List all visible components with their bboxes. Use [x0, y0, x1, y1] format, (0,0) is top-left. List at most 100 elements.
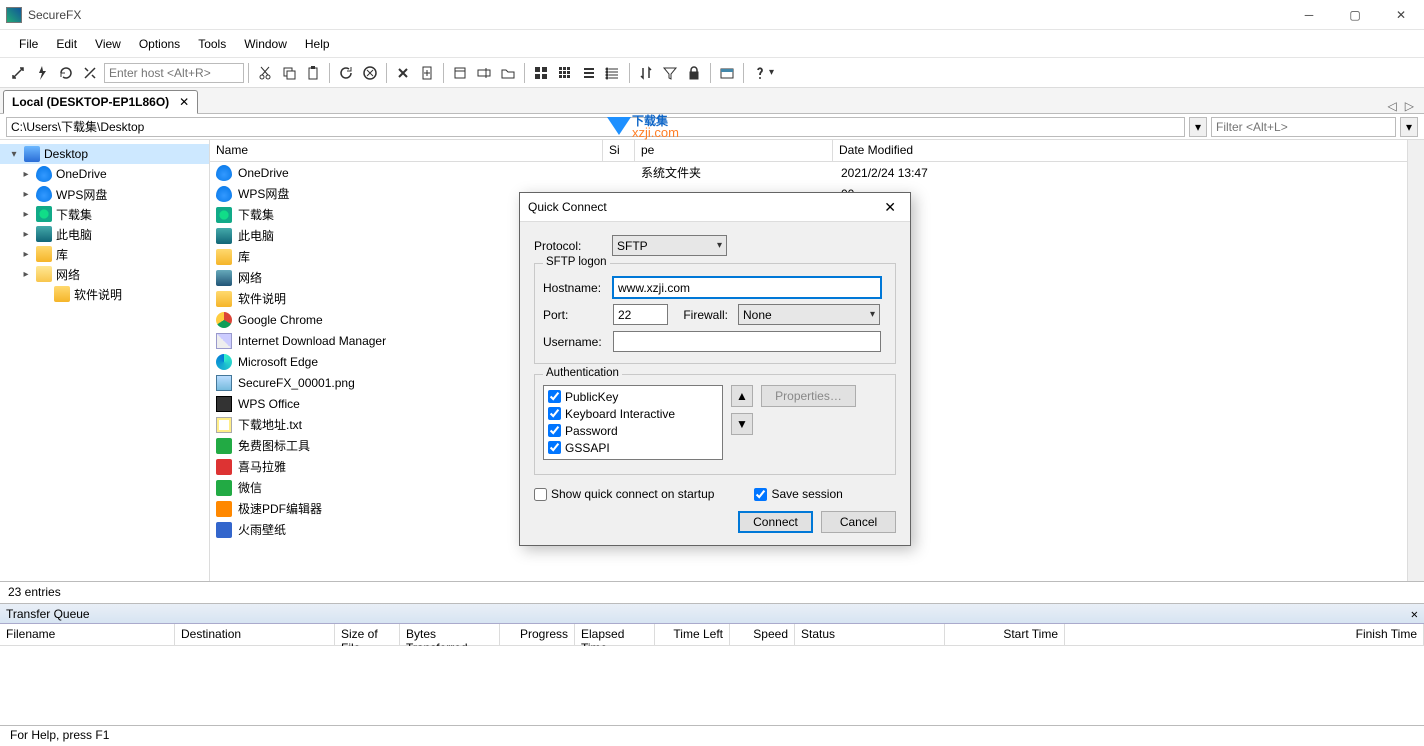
col-type[interactable]: pe [635, 140, 833, 161]
connect-icon[interactable] [7, 62, 29, 84]
auth-keyboard-interactive[interactable]: Keyboard Interactive [548, 405, 718, 422]
stop-icon[interactable] [359, 62, 381, 84]
menu-tools[interactable]: Tools [189, 33, 235, 55]
quick-connect-icon[interactable] [31, 62, 53, 84]
folder-tree[interactable]: ▾Desktop▸OneDrive▸WPS网盘▸下载集▸此电脑▸库▸网络软件说明 [0, 140, 210, 581]
folder-icon [54, 286, 70, 302]
col-size[interactable]: Si [603, 140, 635, 161]
tab-next-icon[interactable]: ▷ [1405, 99, 1414, 113]
file-row[interactable]: OneDrive系统文件夹2021/2/24 13:47 [210, 162, 1424, 183]
refresh-icon[interactable] [335, 62, 357, 84]
close-button[interactable]: ✕ [1378, 0, 1424, 30]
username-input[interactable] [613, 331, 881, 352]
menu-window[interactable]: Window [235, 33, 296, 55]
auth-methods-list[interactable]: PublicKey Keyboard Interactive Password … [543, 385, 723, 460]
tab-prev-icon[interactable]: ◁ [1388, 99, 1397, 113]
tab-close-icon[interactable]: ✕ [179, 95, 189, 109]
col-date[interactable]: Date Modified [833, 140, 1424, 161]
sort-icon[interactable] [635, 62, 657, 84]
hostname-input[interactable] [613, 277, 881, 298]
tree-item[interactable]: ▾Desktop [0, 144, 209, 164]
new-file-icon[interactable] [416, 62, 438, 84]
tree-item[interactable]: ▸网络 [0, 264, 209, 284]
auth-publickey[interactable]: PublicKey [548, 388, 718, 405]
connect-button[interactable]: Connect [738, 511, 813, 533]
col-name[interactable]: Name [210, 140, 603, 161]
menu-options[interactable]: Options [130, 33, 189, 55]
rename-icon[interactable] [473, 62, 495, 84]
lock-icon[interactable] [683, 62, 705, 84]
path-dropdown-icon[interactable]: ▾ [1189, 117, 1207, 137]
expand-icon[interactable]: ▸ [20, 248, 32, 260]
cut-icon[interactable] [254, 62, 276, 84]
expand-icon[interactable]: ▸ [20, 208, 32, 220]
tab-local[interactable]: Local (DESKTOP-EP1L86O) ✕ [3, 90, 198, 114]
reconnect-icon[interactable] [55, 62, 77, 84]
menu-edit[interactable]: Edit [47, 33, 86, 55]
options-icon[interactable] [716, 62, 738, 84]
disconnect-icon[interactable] [79, 62, 101, 84]
tree-item[interactable]: ▸OneDrive [0, 164, 209, 184]
paste-icon[interactable] [302, 62, 324, 84]
expand-icon[interactable]: ▸ [20, 228, 32, 240]
tq-col-timeleft[interactable]: Time Left [655, 624, 730, 645]
firewall-combo[interactable]: None [738, 304, 880, 325]
tq-col-elapsed[interactable]: Elapsed Time [575, 624, 655, 645]
filter-input[interactable] [1211, 117, 1396, 137]
save-session-checkbox[interactable]: Save session [754, 487, 842, 501]
dialog-titlebar[interactable]: Quick Connect ✕ [520, 193, 910, 222]
auth-password[interactable]: Password [548, 422, 718, 439]
protocol-combo[interactable]: SFTP [612, 235, 727, 256]
auth-properties-button[interactable]: Properties… [761, 385, 856, 407]
expand-icon[interactable]: ▸ [20, 188, 32, 200]
menu-view[interactable]: View [86, 33, 130, 55]
new-folder-icon[interactable] [497, 62, 519, 84]
expand-icon[interactable]: ▸ [20, 168, 32, 180]
delete-icon[interactable] [392, 62, 414, 84]
menu-file[interactable]: File [10, 33, 47, 55]
copy-icon[interactable] [278, 62, 300, 84]
auth-move-up-button[interactable]: ▲ [731, 385, 753, 407]
cancel-button[interactable]: Cancel [821, 511, 896, 533]
minimize-button[interactable]: ─ [1286, 0, 1332, 30]
view-list-icon[interactable] [578, 62, 600, 84]
auth-move-down-button[interactable]: ▼ [731, 413, 753, 435]
filter-dropdown-icon[interactable]: ▾ [1400, 117, 1418, 137]
tq-col-status[interactable]: Status [795, 624, 945, 645]
tree-item[interactable]: ▸WPS网盘 [0, 184, 209, 204]
tq-col-destination[interactable]: Destination [175, 624, 335, 645]
port-input[interactable] [613, 304, 668, 325]
tq-col-start[interactable]: Start Time [945, 624, 1065, 645]
expand-icon[interactable]: ▾ [8, 148, 20, 160]
maximize-button[interactable]: ▢ [1332, 0, 1378, 30]
tq-col-finish[interactable]: Finish Time [1065, 624, 1424, 645]
filter-icon[interactable] [659, 62, 681, 84]
tree-item[interactable]: 软件说明 [0, 284, 209, 304]
view-large-icons-icon[interactable] [530, 62, 552, 84]
help-icon[interactable] [749, 62, 771, 84]
transfer-queue-columns[interactable]: Filename Destination Size of File Bytes … [0, 624, 1424, 646]
tree-item[interactable]: ▸此电脑 [0, 224, 209, 244]
tq-col-speed[interactable]: Speed [730, 624, 795, 645]
transfer-queue-close-icon[interactable]: ✕ [1411, 607, 1418, 621]
path-input[interactable] [6, 117, 1185, 137]
expand-icon[interactable]: ▸ [20, 268, 32, 280]
help-dropdown-icon[interactable]: ▾ [769, 67, 774, 78]
tq-col-bytes[interactable]: Bytes Transferred [400, 624, 500, 645]
tq-col-filename[interactable]: Filename [0, 624, 175, 645]
show-on-startup-checkbox[interactable]: Show quick connect on startup [534, 487, 714, 501]
menu-help[interactable]: Help [296, 33, 339, 55]
tree-item[interactable]: ▸下载集 [0, 204, 209, 224]
scrollbar[interactable] [1407, 140, 1424, 581]
expand-icon[interactable] [38, 288, 50, 300]
tree-item[interactable]: ▸库 [0, 244, 209, 264]
tq-col-size[interactable]: Size of File [335, 624, 400, 645]
dialog-close-icon[interactable]: ✕ [878, 199, 902, 216]
properties-icon[interactable] [449, 62, 471, 84]
auth-gssapi[interactable]: GSSAPI [548, 439, 718, 456]
view-details-icon[interactable] [602, 62, 624, 84]
host-input[interactable] [104, 63, 244, 83]
tq-col-progress[interactable]: Progress [500, 624, 575, 645]
view-small-icons-icon[interactable] [554, 62, 576, 84]
file-columns-header[interactable]: Name Si pe Date Modified [210, 140, 1424, 162]
